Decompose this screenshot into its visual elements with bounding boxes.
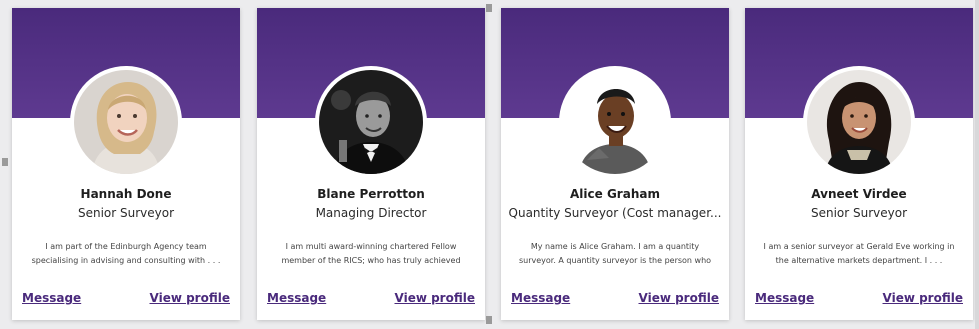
message-link[interactable]: Message: [511, 291, 570, 305]
profile-card-strip: Hannah Done Senior Surveyor I am part of…: [0, 0, 979, 329]
scrollbar-track[interactable]: [975, 0, 979, 329]
card-actions: Message View profile: [267, 291, 475, 309]
avatar-frame: [70, 66, 182, 178]
bio-line: My name is Alice Graham. I am a quantity: [530, 242, 700, 251]
bio-line: I am multi award-winning chartered Fello…: [285, 242, 457, 251]
bio-line: the alternative markets department. I . …: [775, 256, 943, 265]
person-bio: I am multi award-winning chartered Fello…: [267, 240, 475, 268]
person-bio: My name is Alice Graham. I am a quantity…: [511, 240, 719, 268]
resize-handle-top: [486, 4, 492, 12]
avatar: [563, 70, 667, 174]
avatar: [74, 70, 178, 174]
avatar-frame: [559, 66, 671, 178]
person-photo-icon: [74, 70, 178, 174]
person-photo-icon: [563, 70, 667, 174]
profile-card-avneet-virdee: Avneet Virdee Senior Surveyor I am a sen…: [745, 8, 973, 320]
bio-line: surveyor. A quantity surveyor is the per…: [518, 256, 712, 265]
message-link[interactable]: Message: [267, 291, 326, 305]
avatar: [807, 70, 911, 174]
person-role: Managing Director: [315, 206, 427, 220]
person-photo-icon: [807, 70, 911, 174]
view-profile-link[interactable]: View profile: [150, 291, 231, 305]
resize-handle-bottom: [486, 316, 492, 324]
view-profile-link[interactable]: View profile: [883, 291, 964, 305]
person-role: Quantity Surveyor (Cost manager...: [508, 206, 722, 220]
view-profile-link[interactable]: View profile: [395, 291, 476, 305]
avatar-frame: [315, 66, 427, 178]
person-photo-icon: [319, 70, 423, 174]
card-actions: Message View profile: [22, 291, 230, 309]
person-bio: I am part of the Edinburgh Agency team s…: [22, 240, 230, 268]
profile-card-blane-perrotton: Blane Perrotton Managing Director I am m…: [257, 8, 485, 320]
card-actions: Message View profile: [511, 291, 719, 309]
person-name: Blane Perrotton: [317, 187, 425, 201]
bio-line: I am part of the Edinburgh Agency team: [45, 242, 207, 251]
profile-card-alice-graham: Alice Graham Quantity Surveyor (Cost man…: [501, 8, 729, 320]
view-profile-link[interactable]: View profile: [639, 291, 720, 305]
person-name: Avneet Virdee: [811, 187, 907, 201]
message-link[interactable]: Message: [22, 291, 81, 305]
resize-handle-left: [2, 158, 8, 166]
person-name: Alice Graham: [570, 187, 660, 201]
person-name: Hannah Done: [80, 187, 172, 201]
person-role: Senior Surveyor: [77, 206, 175, 220]
avatar: [319, 70, 423, 174]
bio-line: I am a senior surveyor at Gerald Eve wor…: [763, 242, 955, 251]
profile-card-hannah-done: Hannah Done Senior Surveyor I am part of…: [12, 8, 240, 320]
person-bio: I am a senior surveyor at Gerald Eve wor…: [755, 240, 963, 268]
message-link[interactable]: Message: [755, 291, 814, 305]
bio-line: specialising in advising and consulting …: [31, 256, 221, 265]
person-role: Senior Surveyor: [810, 206, 908, 220]
avatar-frame: [803, 66, 915, 178]
bio-line: member of the RICS; who has truly achiev…: [281, 256, 461, 265]
card-actions: Message View profile: [755, 291, 963, 309]
